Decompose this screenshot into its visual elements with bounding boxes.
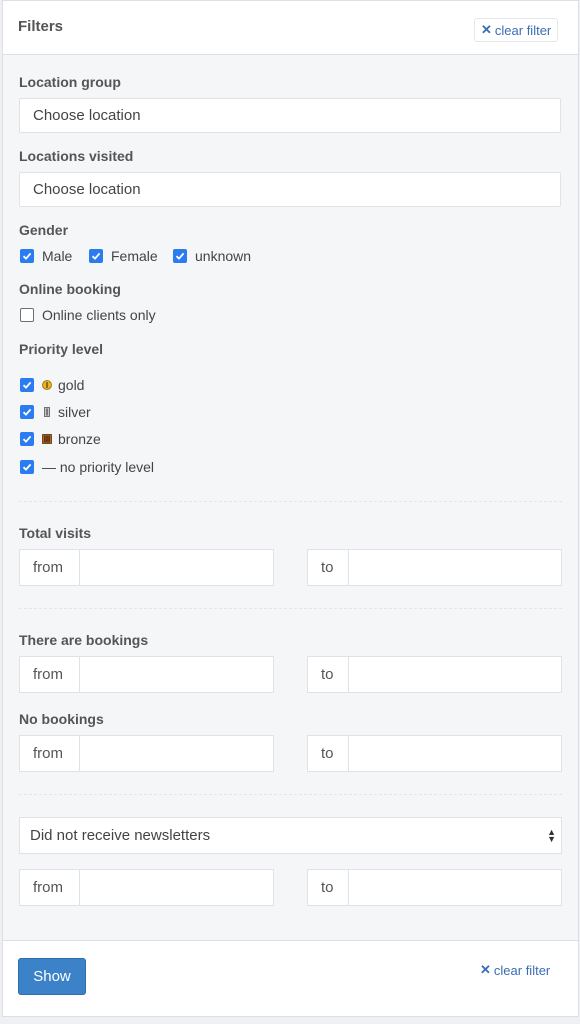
filters-footer: Show ✕ clear filter — [3, 940, 578, 1016]
priority-level-label: Priority level — [19, 341, 104, 357]
checkbox-unchecked-icon — [20, 308, 34, 322]
priority-gold-checkbox[interactable]: gold — [20, 377, 84, 393]
to-addon: to — [308, 736, 349, 771]
locations-visited-select[interactable]: Choose location — [19, 172, 561, 207]
priority-bronze-text: bronze — [42, 431, 101, 447]
checkbox-checked-icon — [173, 249, 187, 263]
online-clients-only-label: Online clients only — [42, 307, 156, 323]
priority-bronze-checkbox[interactable]: bronze — [20, 431, 101, 447]
no-bookings-from-group: from — [19, 735, 274, 772]
newsletter-to-group: to — [307, 869, 562, 906]
bookings-from-input[interactable] — [80, 657, 273, 692]
gender-label: Gender — [19, 222, 69, 238]
bookings-from-group: from — [19, 656, 274, 693]
from-addon: from — [20, 736, 80, 771]
bookings-to-group: to — [307, 656, 562, 693]
checkbox-checked-icon — [20, 460, 34, 474]
silver-medal-icon — [44, 407, 50, 417]
close-icon: ✕ — [480, 962, 491, 977]
from-addon: from — [20, 550, 80, 585]
priority-gold-text: gold — [42, 377, 84, 393]
clear-filter-button-top[interactable]: ✕ clear filter — [474, 18, 559, 42]
total-visits-label: Total visits — [19, 525, 92, 541]
filters-panel: Filters ✕ clear filter Location group Ch… — [2, 0, 579, 1017]
gold-medal-icon — [42, 380, 52, 390]
total-visits-from-group: from — [19, 549, 274, 586]
filters-title: Filters — [18, 18, 64, 35]
newsletter-from-group: from — [19, 869, 274, 906]
divider — [19, 794, 562, 795]
newsletter-select[interactable]: Did not receive newsletters ▲ ▼ — [19, 817, 562, 854]
total-visits-to-input[interactable] — [349, 550, 561, 585]
to-addon: to — [308, 657, 349, 692]
clear-filter-label: clear filter — [494, 22, 552, 38]
priority-bronze-label: bronze — [58, 431, 101, 447]
to-addon: to — [308, 870, 349, 905]
no-bookings-to-input[interactable] — [349, 736, 561, 771]
gender-female-checkbox[interactable]: Female — [89, 248, 158, 264]
from-addon: from — [20, 870, 80, 905]
priority-gold-label: gold — [58, 377, 85, 393]
gender-male-label: Male — [42, 248, 73, 264]
divider — [19, 501, 562, 502]
bookings-to-input[interactable] — [349, 657, 561, 692]
checkbox-checked-icon — [20, 432, 34, 446]
clear-filter-button-bottom[interactable]: ✕ clear filter — [474, 958, 556, 982]
there-are-bookings-label: There are bookings — [19, 632, 149, 648]
gender-unknown-label: unknown — [195, 248, 252, 264]
priority-none-label: — no priority level — [42, 459, 155, 475]
priority-silver-checkbox[interactable]: silver — [20, 404, 91, 420]
priority-silver-text: silver — [42, 404, 91, 420]
newsletter-select-value: Did not receive newsletters — [30, 827, 211, 844]
online-clients-only-checkbox[interactable]: Online clients only — [20, 307, 156, 323]
no-bookings-label: No bookings — [19, 711, 104, 727]
filters-header: Filters ✕ clear filter — [3, 1, 578, 55]
newsletter-from-input[interactable] — [80, 870, 273, 905]
newsletter-to-input[interactable] — [349, 870, 561, 905]
location-group-select[interactable]: Choose location — [19, 98, 561, 133]
close-icon: ✕ — [481, 22, 492, 37]
from-addon: from — [20, 657, 80, 692]
priority-silver-label: silver — [58, 404, 91, 420]
checkbox-checked-icon — [20, 249, 34, 263]
total-visits-to-group: to — [307, 549, 562, 586]
no-bookings-from-input[interactable] — [80, 736, 273, 771]
online-booking-label: Online booking — [19, 281, 121, 297]
gender-male-checkbox[interactable]: Male — [20, 248, 72, 264]
no-bookings-to-group: to — [307, 735, 562, 772]
priority-none-checkbox[interactable]: — no priority level — [20, 459, 154, 475]
locations-visited-label: Locations visited — [19, 148, 134, 164]
checkbox-checked-icon — [20, 405, 34, 419]
sort-updown-icon: ▲ ▼ — [547, 827, 556, 844]
divider — [19, 608, 562, 609]
gender-female-label: Female — [111, 248, 158, 264]
bronze-medal-icon — [42, 434, 52, 444]
checkbox-checked-icon — [89, 249, 103, 263]
show-button[interactable]: Show — [18, 958, 86, 995]
total-visits-from-input[interactable] — [80, 550, 273, 585]
clear-filter-label: clear filter — [493, 962, 551, 978]
location-group-label: Location group — [19, 74, 121, 90]
gender-unknown-checkbox[interactable]: unknown — [173, 248, 251, 264]
checkbox-checked-icon — [20, 378, 34, 392]
to-addon: to — [308, 550, 349, 585]
